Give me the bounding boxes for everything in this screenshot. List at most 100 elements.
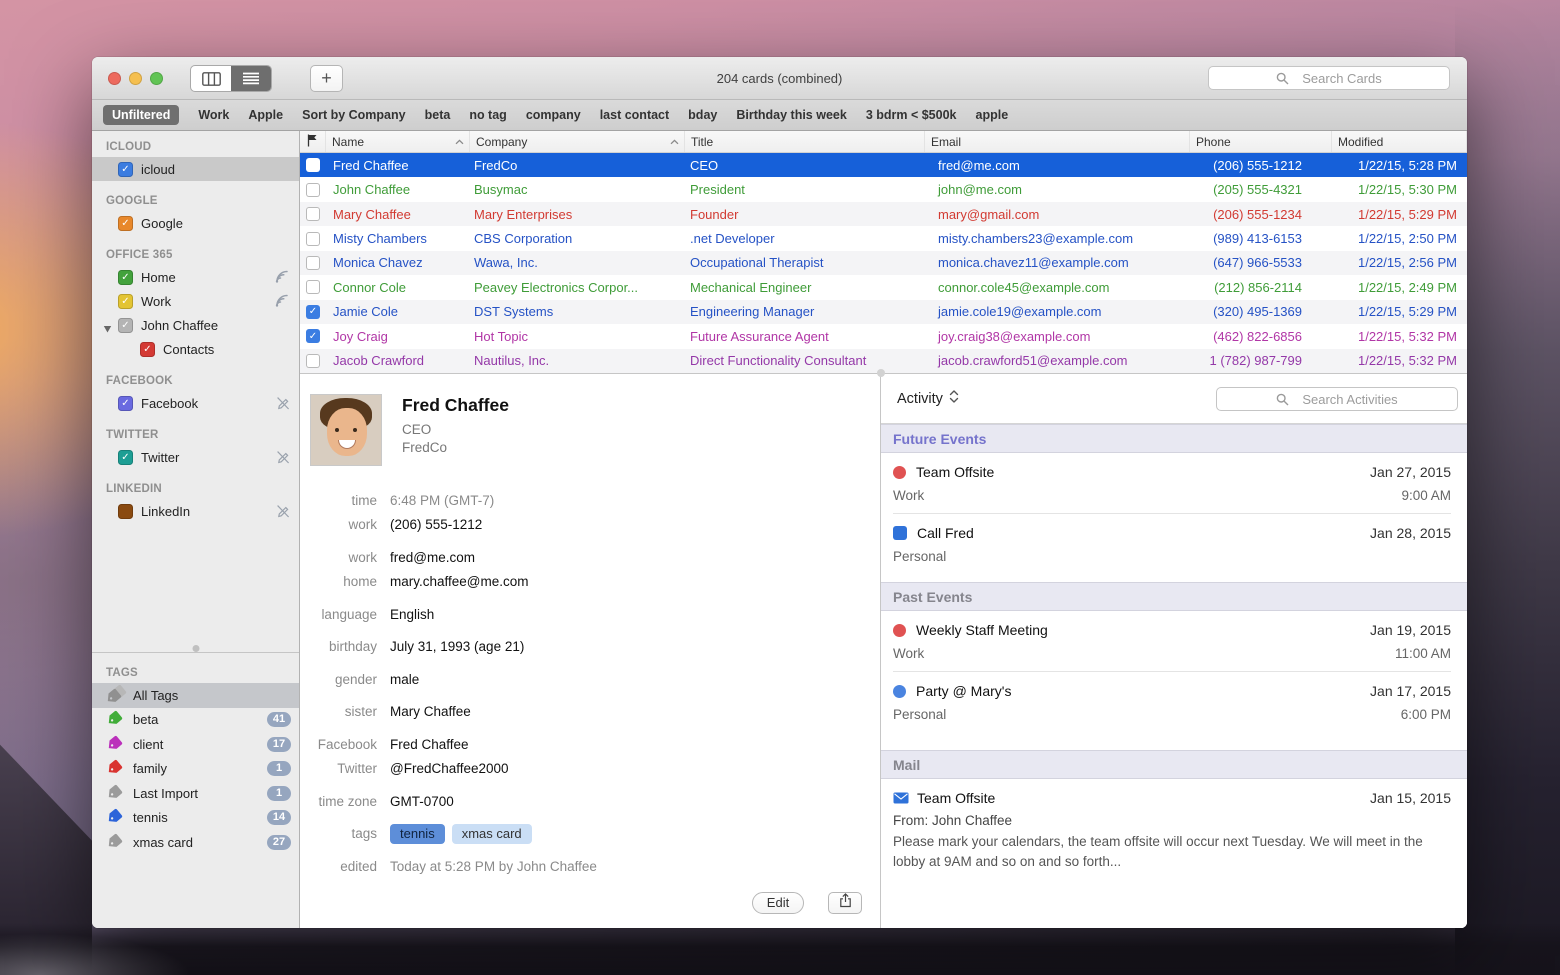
add-card-button[interactable]: + [310,65,343,92]
tag-pill-xmas-card[interactable]: xmas card [452,824,532,844]
sidebar-item-work[interactable]: ✓Work [92,289,299,313]
column-header-modified[interactable]: Modified [1332,131,1467,152]
filter-beta[interactable]: beta [425,108,451,122]
search-activities-placeholder: Search Activities [1302,392,1397,407]
tag-row-xmas-card[interactable]: xmas card27 [92,830,299,855]
account-checkbox[interactable] [118,504,133,519]
table-row-connor-cole[interactable]: Connor ColePeavey Electronics Corpor...M… [300,275,1467,299]
account-checkbox[interactable]: ✓ [118,318,133,333]
sidebar-item-facebook[interactable]: ✓Facebook [92,391,299,415]
search-cards-input[interactable]: Search Cards [1208,66,1450,90]
cell-company: DST Systems [470,304,685,319]
account-checkbox[interactable]: ✓ [118,396,133,411]
event-color-dot [893,685,906,698]
filter-last-contact[interactable]: last contact [600,108,669,122]
table-row-mary-chaffee[interactable]: Mary ChaffeeMary EnterprisesFoundermary@… [300,202,1467,226]
sidebar-item-twitter[interactable]: ✓Twitter [92,445,299,469]
sidebar-item-linkedin[interactable]: LinkedIn [92,499,299,523]
table-row-jamie-cole[interactable]: ✓Jamie ColeDST SystemsEngineering Manage… [300,300,1467,324]
column-header-flag[interactable] [300,131,326,152]
list-view-button[interactable] [231,66,271,91]
account-checkbox[interactable]: ✓ [118,450,133,465]
activity-item-team-offsite[interactable]: Team OffsiteJan 15, 2015From: John Chaff… [881,779,1467,881]
tag-row-client[interactable]: client17 [92,732,299,757]
activity-item-team-offsite[interactable]: Team OffsiteJan 27, 2015Work9:00 AM [881,453,1467,513]
filter-company[interactable]: company [526,108,581,122]
row-checkbox[interactable]: ✓ [306,305,320,319]
table-row-joy-craig[interactable]: ✓Joy CraigHot TopicFuture Assurance Agen… [300,324,1467,348]
field-label: birthday [300,639,377,654]
filter-sort-by-company[interactable]: Sort by Company [302,108,406,122]
tag-row-last-import[interactable]: Last Import1 [92,781,299,806]
column-header-email[interactable]: Email [925,131,1190,152]
section-gap [881,574,1467,582]
tag-pill-tennis[interactable]: tennis [390,824,445,844]
share-button[interactable] [828,892,862,914]
columns-view-button[interactable] [191,66,231,91]
filter-bday[interactable]: bday [688,108,717,122]
account-checkbox[interactable]: ✓ [118,216,133,231]
filter-apple[interactable]: Apple [248,108,283,122]
column-header-company[interactable]: Company [470,131,685,152]
tag-row-tennis[interactable]: tennis14 [92,806,299,831]
row-checkbox[interactable] [306,256,320,270]
activity-section-header-future-events: Future Events [881,424,1467,453]
sidebar-item-icloud[interactable]: ✓icloud [92,157,299,181]
activity-item-party-mary-s[interactable]: Party @ Mary'sJan 17, 2015Personal6:00 P… [881,672,1467,732]
row-checkbox[interactable] [306,158,320,172]
account-checkbox[interactable]: ✓ [118,270,133,285]
signal-icon [275,294,290,310]
table-row-misty-chambers[interactable]: Misty ChambersCBS Corporation.net Develo… [300,226,1467,250]
cell-email: john@me.com [925,182,1190,197]
table-row-john-chaffee[interactable]: John ChaffeeBusymacPresidentjohn@me.com(… [300,177,1467,201]
activity-item-call-fred[interactable]: Call FredJan 28, 2015Personal [881,514,1467,574]
list-detail-divider[interactable] [300,373,1467,374]
sidebar-item-google[interactable]: ✓Google [92,211,299,235]
sidebar-item-john-chaffee[interactable]: ✓John Chaffee [92,313,299,337]
column-header-title[interactable]: Title [685,131,925,152]
table-row-fred-chaffee[interactable]: Fred ChaffeeFredCoCEOfred@me.com(206) 55… [300,153,1467,177]
detail-divider-knob[interactable] [877,369,885,377]
tag-icon [105,711,127,728]
contact-photo[interactable] [310,394,382,466]
edit-button[interactable]: Edit [752,892,804,914]
activity-item-title: Party @ Mary's [916,683,1011,699]
filter-3-bdrm-500k[interactable]: 3 bdrm < $500k [866,108,957,122]
filter-no-tag[interactable]: no tag [469,108,507,122]
minimize-button[interactable] [129,72,142,85]
table-row-monica-chavez[interactable]: Monica ChavezWawa, Inc.Occupational Ther… [300,251,1467,275]
row-checkbox[interactable]: ✓ [306,329,320,343]
sidebar-item-label: LinkedIn [141,504,190,519]
row-checkbox[interactable] [306,207,320,221]
activity-item-date: Jan 27, 2015 [1370,464,1451,480]
account-checkbox[interactable]: ✓ [140,342,155,357]
field-label: home [300,574,377,589]
divider-knob[interactable] [192,645,199,652]
activity-view-selector[interactable]: Activity [897,389,959,408]
tag-row-all-tags[interactable]: All Tags [92,683,299,708]
filter-apple[interactable]: apple [976,108,1009,122]
tag-row-beta[interactable]: beta41 [92,708,299,733]
zoom-button[interactable] [150,72,163,85]
disclosure-triangle-icon[interactable] [103,321,112,336]
share-icon [839,893,852,913]
row-checkbox[interactable] [306,354,320,368]
filter-birthday-this-week[interactable]: Birthday this week [736,108,846,122]
row-checkbox[interactable] [306,280,320,294]
column-header-phone[interactable]: Phone [1190,131,1332,152]
sidebar-resize-divider[interactable] [92,652,299,653]
activity-item-weekly-staff-meeting[interactable]: Weekly Staff MeetingJan 19, 2015Work11:0… [881,611,1467,671]
account-checkbox[interactable]: ✓ [118,294,133,309]
filter-work[interactable]: Work [198,108,229,122]
row-checkbox[interactable] [306,232,320,246]
activity-header: Activity Search Activities [881,374,1467,424]
sidebar-item-home[interactable]: ✓Home [92,265,299,289]
close-button[interactable] [108,72,121,85]
search-activities-input[interactable]: Search Activities [1216,387,1458,411]
row-checkbox[interactable] [306,183,320,197]
tag-row-family[interactable]: family1 [92,757,299,782]
filter-unfiltered[interactable]: Unfiltered [103,105,179,125]
sidebar-item-contacts[interactable]: ✓Contacts [92,337,299,361]
column-header-name[interactable]: Name [326,131,470,152]
account-checkbox[interactable]: ✓ [118,162,133,177]
